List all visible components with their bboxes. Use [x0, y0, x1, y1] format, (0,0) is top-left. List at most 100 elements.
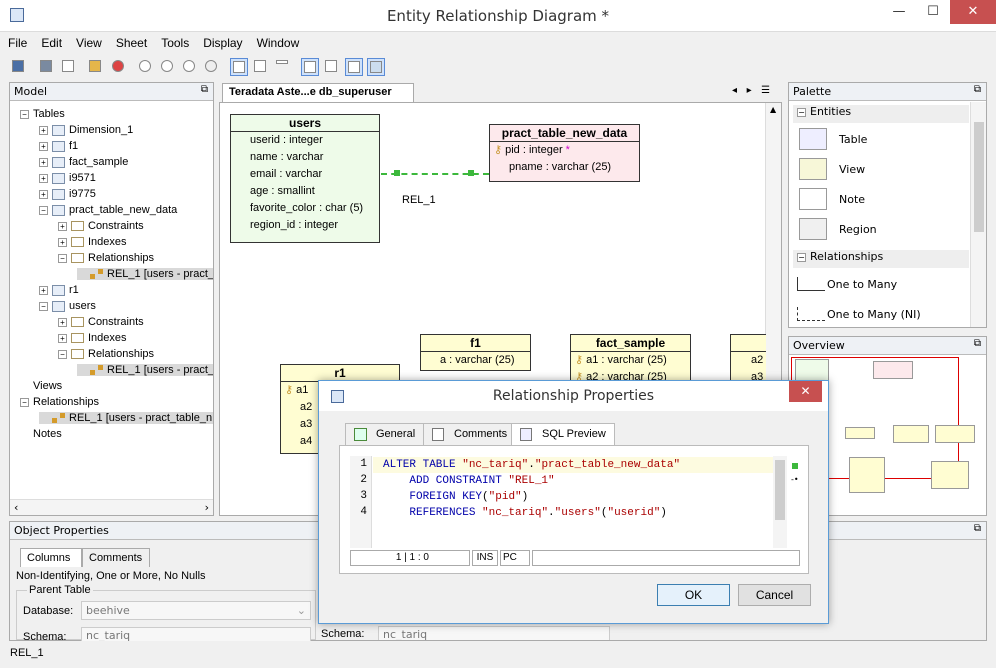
expand-icon[interactable]: + [58, 317, 67, 327]
page-setup-icon[interactable] [60, 58, 78, 76]
palette-item-one-to-many[interactable]: One to Many [793, 273, 969, 297]
tab-prev-icon[interactable]: ◂ [732, 85, 737, 96]
scroll-up-icon[interactable]: ▲ [770, 105, 776, 114]
null-icon[interactable] [323, 58, 341, 76]
menu-edit[interactable]: Edit [33, 34, 68, 50]
sql-editor[interactable]: ALTER TABLE "nc_tariq"."pract_table_new_… [373, 456, 773, 548]
display-types-icon[interactable] [301, 58, 319, 76]
print-icon[interactable] [38, 58, 56, 76]
collapse-icon[interactable]: − [20, 397, 29, 407]
display-keys-icon[interactable] [252, 58, 270, 76]
tree-node[interactable]: − Relationships [58, 252, 154, 264]
layout-icon[interactable] [87, 58, 105, 76]
tree-node[interactable]: REL_1 [users - pract_ [77, 364, 213, 376]
maximize-panel-icon[interactable]: ⧉ [201, 84, 208, 95]
entity-f1[interactable]: f1 a : varchar (25) [420, 334, 531, 371]
display-attributes-icon[interactable] [230, 58, 248, 76]
menu-window[interactable]: Window [249, 34, 306, 50]
expand-icon[interactable]: + [39, 141, 48, 151]
tree-node[interactable]: − Relationships [20, 396, 99, 408]
palette-entities-header[interactable]: − Entities [793, 105, 969, 123]
scroll-thumb[interactable] [775, 460, 785, 520]
tree-node[interactable]: + Constraints [58, 220, 144, 232]
menu-sheet[interactable]: Sheet [108, 34, 153, 50]
entity-users[interactable]: users userid : integer name : varchar em… [230, 114, 380, 243]
expand-icon[interactable]: + [39, 173, 48, 183]
maximize-panel-icon[interactable]: ⧉ [974, 84, 981, 95]
tree-node[interactable]: + f1 [39, 140, 78, 152]
tree-node[interactable]: − Relationships [58, 348, 154, 360]
zoom-in-icon[interactable] [159, 58, 177, 76]
menu-file[interactable]: File [0, 34, 33, 50]
entity-fact-sample[interactable]: fact_sample ⚷ a1 : varchar (25) ⚷ a2 : v… [570, 334, 691, 384]
palette-item-region[interactable]: Region [793, 216, 969, 244]
tab-next-icon[interactable]: ▸ [747, 85, 752, 96]
tree-node[interactable]: REL_1 [users - pract_ [77, 268, 213, 280]
scroll-right-icon[interactable]: › [205, 501, 209, 514]
expand-icon[interactable]: + [58, 237, 67, 247]
collapse-icon[interactable]: − [39, 205, 48, 215]
palette-item-note[interactable]: Note [793, 186, 969, 214]
expand-icon[interactable]: + [39, 125, 48, 135]
tree-node[interactable]: Notes [20, 428, 62, 440]
tree-node[interactable]: + i9571 [39, 172, 96, 184]
palette-item-one-to-many-ni[interactable]: One to Many (NI) [793, 303, 969, 325]
tab-columns[interactable]: Columns [20, 548, 82, 567]
zoom-fit-icon[interactable] [137, 58, 155, 76]
palette-scrollbar[interactable] [970, 102, 986, 327]
display-name-icon[interactable] [274, 58, 292, 76]
relationship-handle[interactable] [394, 170, 400, 176]
tab-sql-preview[interactable]: SQL Preview [511, 423, 615, 445]
horizontal-scrollbar[interactable]: ‹ › [10, 499, 213, 515]
entity-partial[interactable]: a2 a3 [730, 334, 766, 384]
collapse-icon[interactable]: − [39, 301, 48, 311]
maximize-panel-icon[interactable]: ⧉ [974, 338, 981, 349]
tree-node[interactable]: + Constraints [58, 316, 144, 328]
minimize-button[interactable]: — [882, 0, 916, 24]
menu-view[interactable]: View [68, 34, 108, 50]
editor-scrollbar[interactable] [773, 456, 787, 548]
zoom-actual-icon[interactable] [203, 58, 221, 76]
expand-icon[interactable]: + [58, 221, 67, 231]
expand-icon[interactable]: + [39, 157, 48, 167]
tab-list-icon[interactable]: ☰ [761, 85, 770, 96]
expand-icon[interactable]: + [39, 285, 48, 295]
tree-node[interactable]: + fact_sample [39, 156, 128, 168]
tree-node[interactable]: + Indexes [58, 236, 127, 248]
tree-node[interactable]: + r1 [39, 284, 79, 296]
expand-icon[interactable]: + [39, 189, 48, 199]
maximize-button[interactable]: ☐ [916, 0, 950, 24]
database-select[interactable]: beehive ⌄ [81, 601, 311, 620]
expand-icon[interactable]: + [58, 333, 67, 343]
zoom-out-icon[interactable] [181, 58, 199, 76]
collapse-icon[interactable]: − [20, 109, 29, 119]
dialog-close-button[interactable]: ✕ [789, 381, 822, 402]
tree-node[interactable]: + Indexes [58, 332, 127, 344]
entity-pract-table-new-data[interactable]: pract_table_new_data ⚷ pid : integer * p… [489, 124, 640, 182]
tree-node[interactable]: Views [20, 380, 62, 392]
tree-node[interactable]: + i9775 [39, 188, 96, 200]
ok-button[interactable]: OK [657, 584, 730, 606]
palette-relationships-header[interactable]: − Relationships [793, 250, 969, 268]
maximize-panel-icon[interactable]: ⧉ [974, 523, 981, 534]
cancel-button[interactable]: Cancel [738, 584, 811, 606]
relationship-handle[interactable] [468, 170, 474, 176]
palette-item-view[interactable]: View [793, 156, 969, 184]
tab-comments[interactable]: Comments [82, 548, 150, 567]
diagram-tab[interactable]: Teradata Aste...e db_superuser [222, 83, 414, 102]
tree-node[interactable]: − users [39, 300, 96, 312]
close-button[interactable]: ✕ [950, 0, 996, 24]
relationship-label[interactable]: REL_1 [402, 194, 436, 206]
menu-display[interactable]: Display [195, 34, 248, 50]
schema-select[interactable]: nc_tariq [81, 627, 311, 641]
collapse-icon[interactable]: − [58, 349, 67, 359]
tree-node[interactable]: − Tables [20, 108, 65, 120]
stop-icon[interactable] [110, 58, 128, 76]
display-schema-icon[interactable] [367, 58, 385, 76]
collapse-icon[interactable]: − [58, 253, 67, 263]
tab-comments[interactable]: Comments [423, 423, 517, 445]
scroll-left-icon[interactable]: ‹ [14, 501, 18, 514]
tree-node[interactable]: − pract_table_new_data [39, 204, 177, 216]
menu-tools[interactable]: Tools [153, 34, 195, 50]
tab-general[interactable]: General [345, 423, 425, 445]
